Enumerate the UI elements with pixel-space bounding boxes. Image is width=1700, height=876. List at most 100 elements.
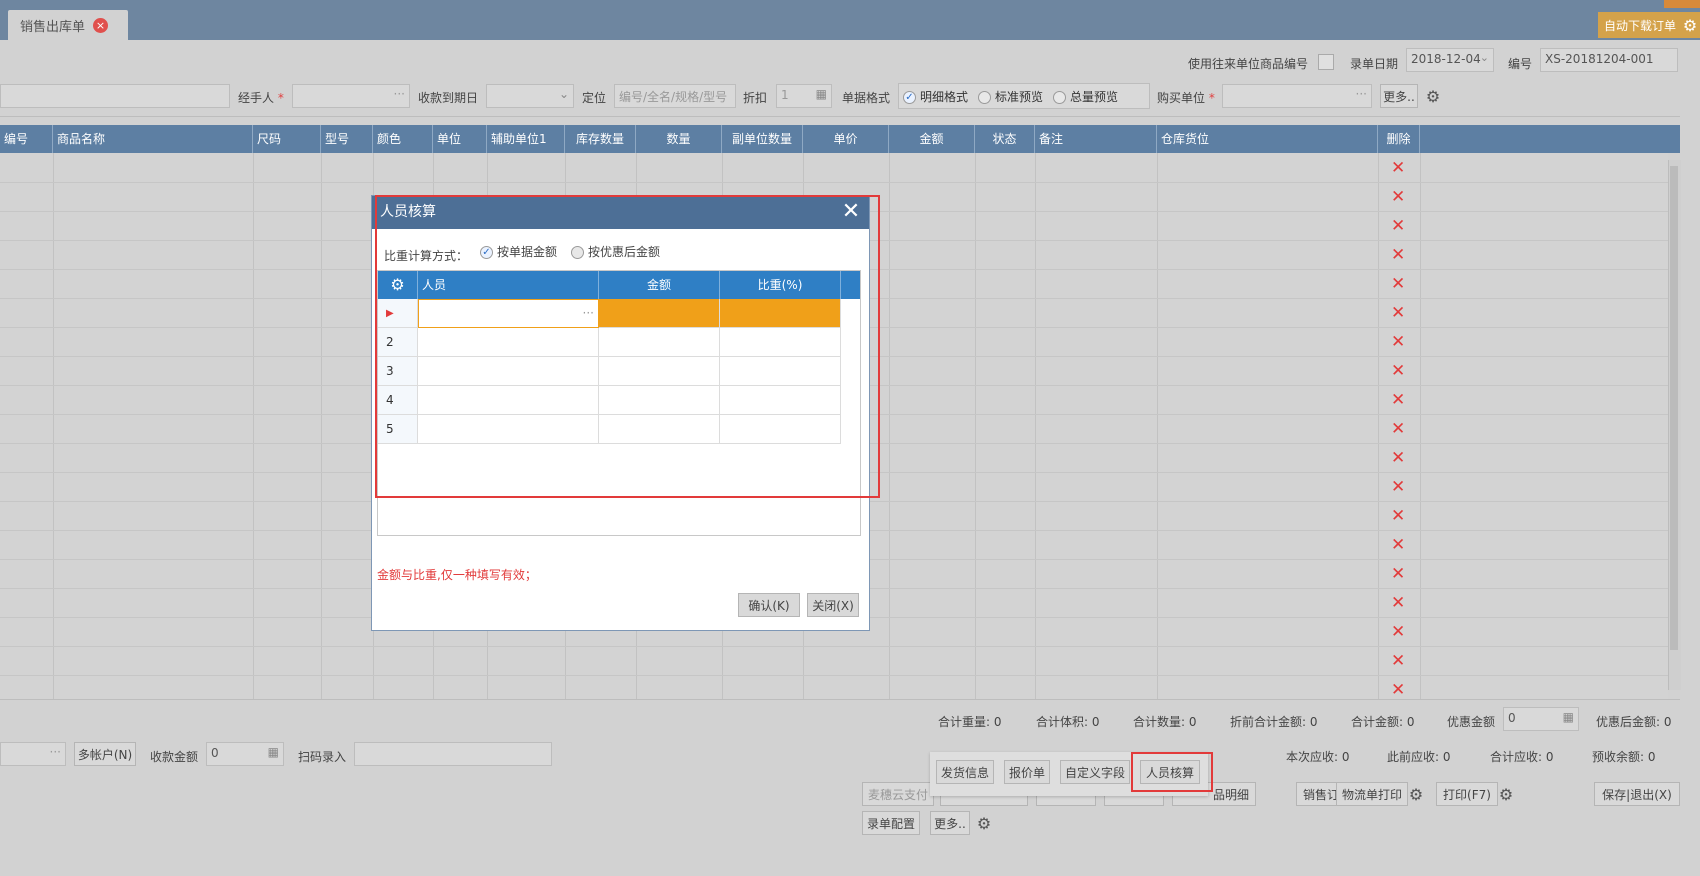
- total-amount: 合计金额: 0: [1351, 715, 1415, 729]
- grid-scrollbar-thumb[interactable]: [1670, 166, 1678, 650]
- popup-quote[interactable]: 报价单: [1004, 760, 1050, 784]
- format-option-total[interactable]: 总量预览: [1053, 88, 1118, 105]
- format-option-detail[interactable]: ✓ 明细格式: [903, 88, 968, 105]
- handler-field[interactable]: ···: [292, 84, 410, 108]
- delete-row-icon[interactable]: ✕: [1391, 363, 1405, 380]
- top-bar: [0, 0, 1700, 40]
- locate-input[interactable]: 编号/全名/规格/型号: [614, 84, 736, 108]
- delete-row-icon[interactable]: ✕: [1391, 218, 1405, 235]
- grid-header: 编号 商品名称 尺码 型号 颜色 单位 辅助单位1 库存数量 数量 副单位数量 …: [0, 125, 1680, 153]
- highlight-staff-accounting: [1131, 752, 1213, 792]
- pre-discount-total: 折前合计金额: 0: [1230, 715, 1318, 729]
- entry-date-field[interactable]: 2018-12-04 ⌄: [1406, 48, 1494, 72]
- total-due: 合计应收: 0: [1490, 750, 1554, 764]
- tab-sales-outbound[interactable]: 销售出库单 ×: [8, 10, 128, 40]
- scan-entry-label: 扫码录入: [298, 750, 347, 764]
- delete-row-icon[interactable]: ✕: [1391, 595, 1405, 612]
- delete-row-icon[interactable]: ✕: [1391, 334, 1405, 351]
- handler-label: 经手人 *: [238, 91, 284, 105]
- bottom-gear-icon[interactable]: ⚙: [974, 812, 994, 834]
- locate-label: 定位: [582, 91, 607, 105]
- popup-shipping-info[interactable]: 发货信息: [936, 760, 994, 784]
- discount-label: 折扣: [743, 91, 768, 105]
- multi-account-button[interactable]: 多帐户(N): [74, 742, 136, 766]
- delete-row-icon[interactable]: ✕: [1391, 276, 1405, 293]
- delete-row-icon[interactable]: ✕: [1391, 392, 1405, 409]
- col-product-name[interactable]: 商品名称: [53, 125, 253, 153]
- delete-row-icon[interactable]: ✕: [1391, 566, 1405, 583]
- buyer-label: 购买单位 *: [1157, 91, 1215, 105]
- top-gear-icon[interactable]: ⚙: [1680, 14, 1700, 36]
- delete-row-icon[interactable]: ✕: [1391, 624, 1405, 641]
- account-field[interactable]: ···: [0, 742, 66, 766]
- col-unit[interactable]: 单位: [433, 125, 487, 153]
- dialog-note: 金额与比重,仅一种填写有效；: [377, 568, 537, 582]
- delete-row-icon[interactable]: ✕: [1391, 537, 1405, 554]
- dialog-close-button[interactable]: 关闭(X): [807, 593, 859, 617]
- col-status[interactable]: 状态: [975, 125, 1035, 153]
- use-unit-code-label: 使用往来单位商品编号: [1188, 57, 1309, 71]
- col-stock-qty[interactable]: 库存数量: [565, 125, 636, 153]
- col-size[interactable]: 尺码: [253, 125, 321, 153]
- delete-row-icon[interactable]: ✕: [1391, 450, 1405, 467]
- use-unit-code-checkbox[interactable]: [1318, 54, 1334, 70]
- col-aux-unit[interactable]: 辅助单位1: [487, 125, 565, 153]
- delete-row-icon[interactable]: ✕: [1391, 653, 1405, 670]
- format-option-standard[interactable]: 标准预览: [978, 88, 1043, 105]
- unit-field[interactable]: [0, 84, 230, 108]
- logistics-gear-icon[interactable]: ⚙: [1406, 783, 1426, 805]
- buyer-field[interactable]: ···: [1222, 84, 1372, 108]
- due-date-field[interactable]: ⌄: [486, 84, 574, 108]
- header-gear-icon[interactable]: ⚙: [1423, 85, 1443, 107]
- format-label: 单据格式: [842, 91, 891, 105]
- divider: [0, 116, 1680, 117]
- this-due: 本次应收: 0: [1286, 750, 1350, 764]
- col-code[interactable]: 编号: [0, 125, 53, 153]
- col-delete[interactable]: 删除: [1378, 125, 1420, 153]
- top-badge: [1664, 0, 1700, 8]
- delete-row-icon[interactable]: ✕: [1391, 305, 1405, 322]
- delete-row-icon[interactable]: ✕: [1391, 479, 1405, 496]
- dialog-confirm-button[interactable]: 确认(K): [738, 593, 800, 617]
- scan-entry-input[interactable]: [354, 742, 552, 766]
- col-qty[interactable]: 数量: [636, 125, 722, 153]
- entry-date-label: 录单日期: [1350, 57, 1399, 71]
- discount-field[interactable]: 1 ▦: [776, 84, 832, 108]
- col-amount[interactable]: 金额: [889, 125, 975, 153]
- delete-row-icon[interactable]: ✕: [1391, 247, 1405, 264]
- col-remark[interactable]: 备注: [1035, 125, 1157, 153]
- delete-row-icon[interactable]: ✕: [1391, 189, 1405, 206]
- delete-row-icon[interactable]: ✕: [1391, 682, 1405, 699]
- prev-due: 此前应收: 0: [1387, 750, 1451, 764]
- after-discount-total: 优惠后金额: 0: [1596, 715, 1672, 729]
- logistics-print-button[interactable]: 物流单打印: [1336, 782, 1408, 806]
- print-button[interactable]: 打印(F7): [1436, 782, 1498, 806]
- entry-config-button[interactable]: 录单配置: [862, 811, 920, 835]
- tab-label: 销售出库单: [20, 19, 86, 35]
- discount-amount-label: 优惠金额: [1447, 715, 1496, 729]
- cloud-pay-button[interactable]: 麦穗云支付: [862, 782, 934, 806]
- tab-close-icon[interactable]: ×: [93, 17, 109, 33]
- delete-row-icon[interactable]: ✕: [1391, 508, 1405, 525]
- receive-amount-label: 收款金额: [150, 750, 199, 764]
- col-model[interactable]: 型号: [321, 125, 373, 153]
- discount-amount-field[interactable]: 0 ▦: [1503, 707, 1579, 731]
- save-exit-button[interactable]: 保存|退出(X): [1594, 782, 1680, 806]
- number-label: 编号: [1508, 57, 1533, 71]
- number-field[interactable]: XS-20181204-001: [1540, 48, 1678, 72]
- format-radio-group: ✓ 明细格式 标准预览 总量预览: [898, 83, 1150, 109]
- delete-row-icon[interactable]: ✕: [1391, 160, 1405, 177]
- delete-row-icon[interactable]: ✕: [1391, 421, 1405, 438]
- col-warehouse[interactable]: 仓库货位: [1157, 125, 1378, 153]
- print-gear-icon[interactable]: ⚙: [1496, 783, 1516, 805]
- bottom-more-button[interactable]: 更多..: [930, 811, 970, 835]
- header-more-button[interactable]: 更多..: [1380, 84, 1418, 108]
- auto-download-label: 自动下载订单: [1604, 18, 1677, 33]
- popup-custom-field[interactable]: 自定义字段: [1060, 760, 1130, 784]
- col-price[interactable]: 单价: [803, 125, 889, 153]
- grid-bottom-divider: [0, 699, 1680, 700]
- receive-amount-field[interactable]: 0 ▦: [206, 742, 284, 766]
- col-color[interactable]: 颜色: [373, 125, 433, 153]
- col-sub-qty[interactable]: 副单位数量: [722, 125, 803, 153]
- total-weight: 合计重量: 0: [938, 715, 1002, 729]
